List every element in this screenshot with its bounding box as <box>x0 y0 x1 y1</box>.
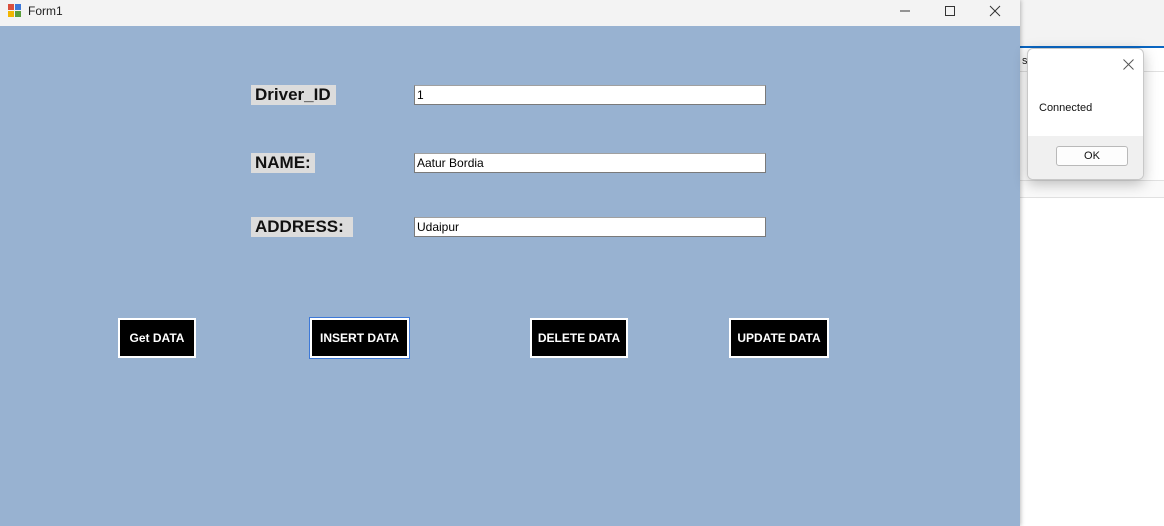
message-box-close-button[interactable] <box>1119 55 1137 73</box>
window-title: Form1 <box>28 4 63 18</box>
update-data-button[interactable]: UPDATE DATA <box>729 318 829 358</box>
address-input[interactable] <box>414 217 766 237</box>
address-label: ADDRESS: <box>251 217 353 237</box>
name-label: NAME: <box>251 153 315 173</box>
minimize-icon <box>900 10 910 12</box>
delete-data-button[interactable]: DELETE DATA <box>530 318 628 358</box>
form-window: Form1 Driver_ID NAME: ADDRESS: Get DATA … <box>0 0 1020 526</box>
message-box-text: Connected <box>1039 102 1093 114</box>
background-window-panel <box>1020 180 1164 198</box>
get-data-button[interactable]: Get DATA <box>118 318 196 358</box>
close-button[interactable] <box>972 0 1018 22</box>
driver-id-label: Driver_ID <box>251 85 336 105</box>
title-bar: Form1 <box>0 0 1020 26</box>
driver-id-input[interactable] <box>414 85 766 105</box>
background-window-titlebar <box>1020 0 1164 47</box>
message-box-dialog: Connected OK <box>1027 48 1144 180</box>
insert-data-button[interactable]: INSERT DATA <box>309 317 410 359</box>
maximize-button[interactable] <box>927 0 973 22</box>
name-input[interactable] <box>414 153 766 173</box>
app-icon <box>8 4 22 18</box>
close-icon <box>989 5 1001 17</box>
message-box-footer: OK <box>1028 136 1143 179</box>
close-icon <box>1122 58 1134 70</box>
ok-button[interactable]: OK <box>1056 146 1128 166</box>
minimize-button[interactable] <box>882 0 928 22</box>
maximize-icon <box>945 6 955 16</box>
